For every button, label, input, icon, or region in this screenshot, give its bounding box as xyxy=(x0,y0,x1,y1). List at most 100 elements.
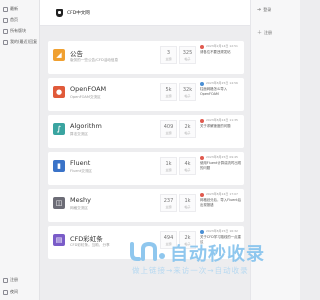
register-button[interactable]: ＋ 注册 xyxy=(257,30,272,36)
register-icon xyxy=(3,277,8,283)
latest-post-text[interactable]: 使用Fluent计算湍流时出现的问题 xyxy=(200,161,242,170)
login-button[interactable]: ➔ 登录 xyxy=(257,7,271,13)
latest-post[interactable]: 2023年8月25日 09:45 使用Fluent计算湍流时出现的问题 xyxy=(200,155,242,170)
topic-count: 5k 主题 xyxy=(160,83,177,101)
topic-count-label: 主题 xyxy=(165,93,172,98)
left-sidebar: 最新 首页 所有版块 我的(最近)回复 注册 夜间 xyxy=(0,0,40,300)
user-avatar-icon[interactable] xyxy=(200,82,204,86)
sidebar-item-latest[interactable]: 最新 xyxy=(3,4,18,14)
home-icon xyxy=(3,17,8,23)
forum-description: OpenFOAM交流区 xyxy=(70,95,101,99)
forum-name[interactable]: Fluent xyxy=(70,159,90,167)
forum-row[interactable]: ∫ Algorithm 算法交流区 409 主题 2k 帖子 2023年8月24日 11:35… xyxy=(48,115,244,148)
user-avatar-icon[interactable] xyxy=(200,230,204,234)
post-count-value: 32k xyxy=(182,86,193,93)
post-count-label: 帖子 xyxy=(184,204,191,209)
latest-post-time: 2023年8月24日 11:35 xyxy=(206,118,238,122)
latest-post-text[interactable]: 关于求解速度的问题 xyxy=(200,124,242,129)
sidebar-item-label: 我的(最近)回复 xyxy=(10,39,38,44)
topic-count-value: 1k xyxy=(165,160,172,167)
announcement-icon[interactable]: ◢ xyxy=(53,49,65,61)
post-count: 325 帖子 xyxy=(179,46,196,64)
topic-count-label: 主题 xyxy=(165,56,172,61)
sidebar-item-night-mode[interactable]: 夜间 xyxy=(3,287,18,297)
topic-count-value: 5k xyxy=(165,86,172,93)
topic-count-value: 237 xyxy=(163,197,174,204)
watermark-logo-icon xyxy=(130,241,165,261)
topic-count: 237 主题 xyxy=(160,194,177,212)
latest-post-time: 2023年8月24日 17:07 xyxy=(206,192,238,196)
topic-count-label: 主题 xyxy=(165,130,172,135)
post-count-value: 1k xyxy=(184,197,191,204)
post-count-label: 帖子 xyxy=(184,130,191,135)
topic-count: 3 主题 xyxy=(160,46,177,64)
latest-post[interactable]: 2023年8月25日 14:56 柱面网格怎么导入OpenFOAM xyxy=(200,81,242,96)
post-count-label: 帖子 xyxy=(184,56,191,61)
fluent-icon[interactable]: ▮ xyxy=(53,160,65,172)
topic-count: 409 主题 xyxy=(160,120,177,138)
forum-row[interactable]: ◢ 公告 版务的一些公告/CFD活动信息 3 主题 325 帖子 2023年2月14日 12:… xyxy=(48,41,244,74)
user-avatar-icon[interactable] xyxy=(200,193,204,197)
forum-name[interactable]: Meshy xyxy=(70,196,91,204)
openfoam-icon[interactable]: ● xyxy=(53,86,65,98)
sidebar-item-label: 注册 xyxy=(10,277,18,282)
post-count: 1k 帖子 xyxy=(179,194,196,212)
forum-description: CFD彩虹条。互助，分享 xyxy=(70,243,110,247)
site-title[interactable]: CFD中文网 xyxy=(67,10,90,16)
latest-post-time: 2023年2月14日 12:51 xyxy=(206,44,238,48)
watermark-title: 自动秒收录 xyxy=(170,244,265,265)
post-count: 2k 帖子 xyxy=(179,120,196,138)
site-logo-icon[interactable] xyxy=(56,9,63,17)
register-icon: ＋ xyxy=(257,29,263,36)
top-header: CFD中文网 xyxy=(40,0,250,26)
forum-description: Fluent交流区 xyxy=(70,169,93,173)
latest-post-text[interactable]: 请各位不要违规发帖 xyxy=(200,50,242,55)
sidebar-item-label: 最新 xyxy=(10,6,18,11)
latest-post-text[interactable]: 网格划分后，导入Fluent后出现报错 xyxy=(200,198,242,207)
topic-count-value: 409 xyxy=(163,123,174,130)
login-icon: ➔ xyxy=(257,6,262,13)
user-avatar-icon[interactable] xyxy=(200,45,204,49)
post-count-value: 2k xyxy=(184,123,191,130)
moon-icon xyxy=(3,289,8,295)
watermark-slogan: 做上链接→来访一次→自动收录 xyxy=(132,266,249,275)
sidebar-item-label: 所有版块 xyxy=(10,28,26,33)
sidebar-item-label: 首页 xyxy=(10,17,18,22)
forum-name[interactable]: Algorithm xyxy=(70,122,102,130)
topic-count-value: 3 xyxy=(166,49,171,56)
sidebar-item-label: 夜间 xyxy=(10,289,18,294)
latest-post[interactable]: 2023年8月24日 11:35 关于求解速度的问题 xyxy=(200,118,242,129)
sidebar-item-home[interactable]: 首页 xyxy=(3,15,18,25)
user-avatar-icon[interactable] xyxy=(200,156,204,160)
sidebar-item-register[interactable]: 注册 xyxy=(3,275,18,285)
forum-description: 算法交流区 xyxy=(70,132,88,136)
post-count: 4k 帖子 xyxy=(179,157,196,175)
post-count-label: 帖子 xyxy=(184,93,191,98)
post-count-value: 325 xyxy=(182,49,193,56)
forum-row[interactable]: ▮ Fluent Fluent交流区 1k 主题 4k 帖子 2023年8月25日 09:45… xyxy=(48,152,244,185)
latest-post-time: 2023年8月25日 09:45 xyxy=(206,155,238,159)
forum-name[interactable]: CFD彩虹条 xyxy=(70,233,103,243)
sidebar-item-categories[interactable]: 所有版块 xyxy=(3,26,26,36)
post-count-label: 帖子 xyxy=(184,167,191,172)
latest-post-time: 2023年8月25日 16:32 xyxy=(206,229,238,233)
rainbow-icon[interactable]: ▤ xyxy=(53,234,65,246)
topic-count: 1k 主题 xyxy=(160,157,177,175)
latest-post-time: 2023年8月25日 14:56 xyxy=(206,81,238,85)
latest-post-text[interactable]: 柱面网格怎么导入OpenFOAM xyxy=(200,87,242,96)
post-count-value: 4k xyxy=(184,160,191,167)
list-icon xyxy=(3,28,8,34)
latest-post[interactable]: 2023年8月24日 17:07 网格划分后，导入Fluent后出现报错 xyxy=(200,192,242,207)
algorithm-icon[interactable]: ∫ xyxy=(53,123,65,135)
forum-row[interactable]: ◫ Meshy 网格交流区 237 主题 1k 帖子 2023年8月24日 17:07 网格划分… xyxy=(48,189,244,222)
topic-count-label: 主题 xyxy=(165,167,172,172)
watermark: 自动秒收录 做上链接→来访一次→自动收录 xyxy=(128,238,296,278)
forum-row[interactable]: ● OpenFOAM OpenFOAM交流区 5k 主题 32k 帖子 2023年8月25日 … xyxy=(48,78,244,111)
forum-description: 版务的一些公告/CFD活动信息 xyxy=(70,58,119,62)
latest-post[interactable]: 2023年2月14日 12:51 请各位不要违规发帖 xyxy=(200,44,242,55)
forum-name[interactable]: OpenFOAM xyxy=(70,85,106,93)
user-avatar-icon[interactable] xyxy=(200,119,204,123)
forum-name[interactable]: 公告 xyxy=(70,48,83,58)
sidebar-item-my-replies[interactable]: 我的(最近)回复 xyxy=(3,37,37,47)
mesh-icon[interactable]: ◫ xyxy=(53,197,65,209)
